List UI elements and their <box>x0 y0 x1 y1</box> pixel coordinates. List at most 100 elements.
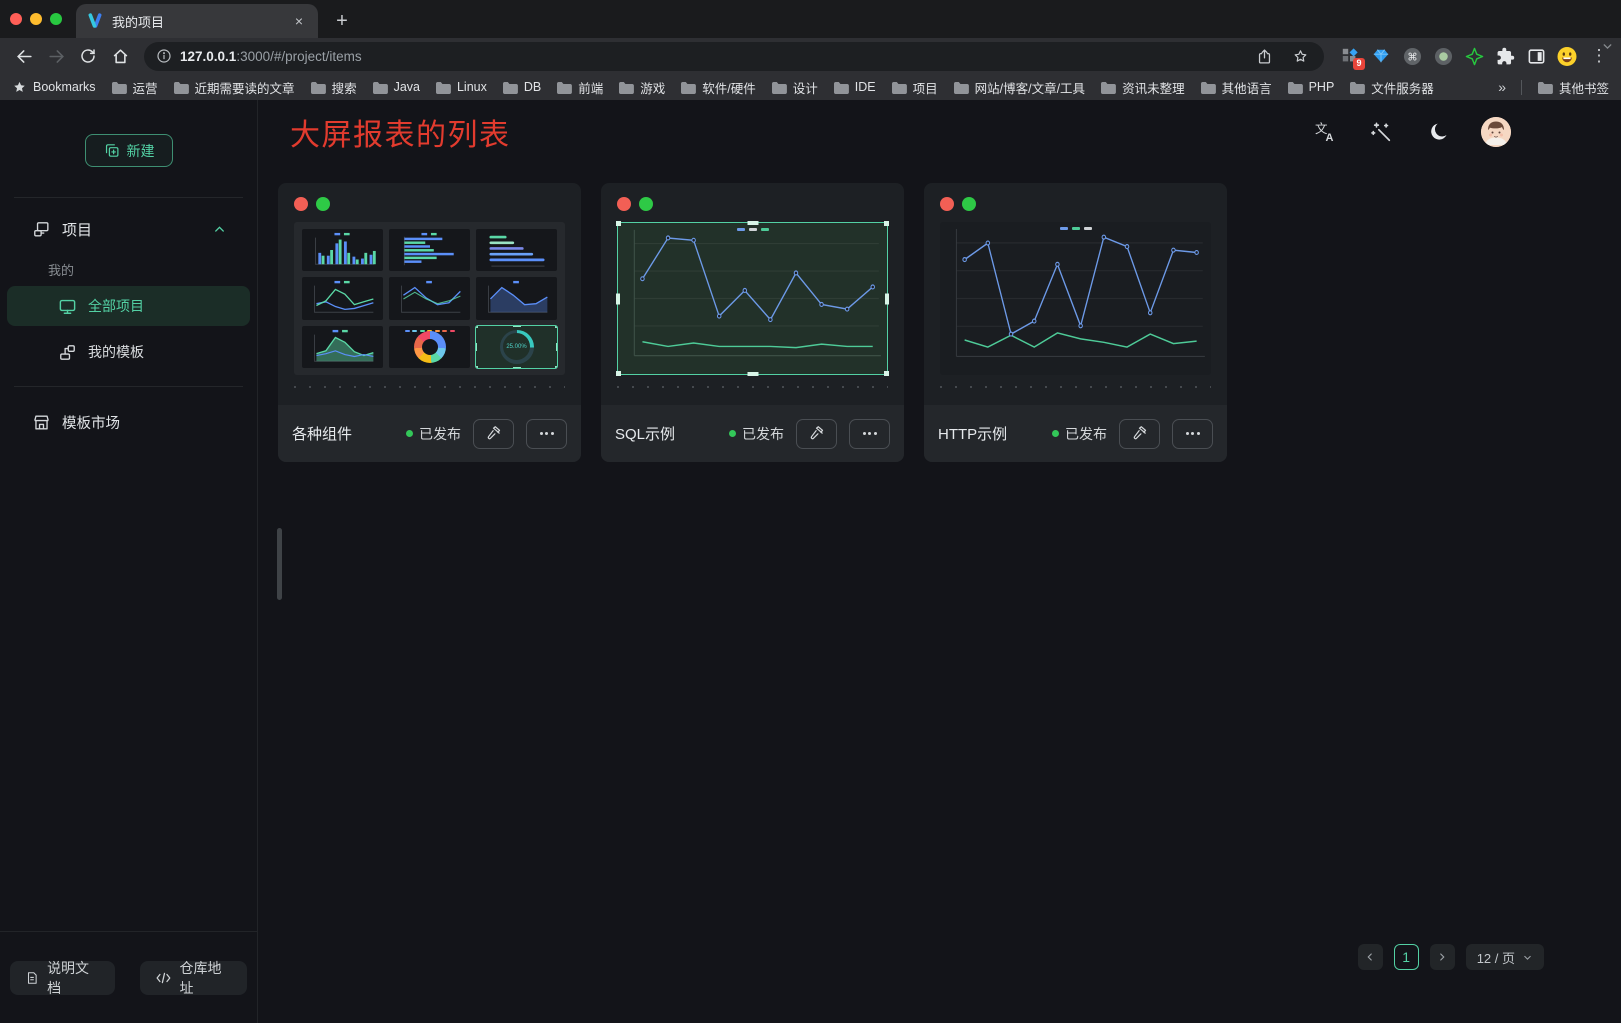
sidebar-item-template-market[interactable]: 模板市场 <box>0 401 257 443</box>
new-tab-button[interactable]: + <box>328 7 356 35</box>
new-project-button[interactable]: 新建 <box>85 134 173 167</box>
bookmark-folder[interactable]: DB <box>502 80 541 94</box>
dotted-separator <box>294 386 565 388</box>
chevron-up-icon[interactable] <box>212 222 227 237</box>
magic-wand-icon[interactable] <box>1367 117 1397 147</box>
red-dot <box>294 197 308 211</box>
forward-icon[interactable] <box>42 42 70 70</box>
address-bar[interactable]: 127.0.0.1:3000/#/project/items <box>144 42 1324 71</box>
svg-text:⌘: ⌘ <box>1407 51 1417 63</box>
more-options-button[interactable] <box>1172 419 1213 449</box>
bookmark-folder[interactable]: 文件服务器 <box>1349 78 1434 97</box>
bookmark-folder[interactable]: 近期需要读的文章 <box>173 78 295 97</box>
project-card[interactable]: HTTP示例 已发布 <box>924 183 1227 462</box>
monitor-icon <box>58 297 77 316</box>
bookmark-folder[interactable]: Linux <box>435 80 487 94</box>
document-icon <box>25 970 39 986</box>
chevron-down-icon[interactable] <box>1601 40 1614 53</box>
current-page[interactable]: 1 <box>1394 944 1419 970</box>
bookmark-folder[interactable]: IDE <box>833 80 876 94</box>
extension-star-icon[interactable] <box>1464 46 1484 66</box>
sidebar-item-my-templates[interactable]: 我的模板 <box>7 332 250 372</box>
project-title: 各种组件 <box>292 423 394 444</box>
prev-page-button[interactable] <box>1358 944 1383 970</box>
dark-mode-moon-icon[interactable] <box>1424 117 1454 147</box>
bookmark-folder[interactable]: 软件/硬件 <box>680 78 755 97</box>
bookmark-folder[interactable]: 游戏 <box>618 78 665 97</box>
tab-title: 我的项目 <box>112 12 282 31</box>
home-icon[interactable] <box>106 42 134 70</box>
bookmark-folder[interactable]: Java <box>372 80 420 94</box>
bookmarks-overflow-icon[interactable]: » <box>1498 79 1506 95</box>
project-thumbnail: 25.00% <box>294 222 565 375</box>
edit-hammer-button[interactable] <box>796 419 837 449</box>
sidebar-group-projects[interactable]: 项目 <box>0 208 257 250</box>
extension-gem-icon[interactable] <box>1371 46 1391 66</box>
repo-button[interactable]: 仓库地址 <box>140 961 247 995</box>
bookmark-folder[interactable]: 其他语言 <box>1200 78 1272 97</box>
extension-puzzle-icon[interactable] <box>1495 46 1515 66</box>
bookmark-folder[interactable]: 前端 <box>556 78 603 97</box>
chevron-down-icon <box>1522 952 1533 963</box>
bookmarks-root[interactable]: Bookmarks <box>12 80 96 95</box>
green-dot <box>639 197 653 211</box>
project-card[interactable]: 25.00% 各种组件 已发布 <box>278 183 581 462</box>
bookmark-folder[interactable]: 资讯未整理 <box>1100 78 1185 97</box>
extension-badge: 9 <box>1353 58 1365 70</box>
more-options-button[interactable] <box>849 419 890 449</box>
share-icon[interactable] <box>1250 42 1278 70</box>
more-options-button[interactable] <box>526 419 567 449</box>
site-info-icon[interactable] <box>156 48 172 64</box>
new-project-label: 新建 <box>127 141 155 161</box>
docs-label: 说明文档 <box>47 958 100 998</box>
project-card[interactable]: SQL示例 已发布 <box>601 183 904 462</box>
docs-button[interactable]: 说明文档 <box>10 961 115 995</box>
profile-smiley-icon[interactable] <box>1557 46 1577 66</box>
red-dot <box>940 197 954 211</box>
edit-hammer-button[interactable] <box>473 419 514 449</box>
code-icon <box>155 971 172 985</box>
window-zoom-button[interactable] <box>50 13 62 25</box>
reload-icon[interactable] <box>74 42 102 70</box>
favicon-goview-logo <box>86 12 104 30</box>
window-close-button[interactable] <box>10 13 22 25</box>
app-page: 新建 项目 我的 全部项目 我的模板 模板市场 说明文档 <box>0 100 1621 1023</box>
bookmark-folder[interactable]: 搜索 <box>310 78 357 97</box>
scrollbar-thumb[interactable] <box>277 528 282 600</box>
bookmark-folder[interactable]: 运营 <box>111 78 158 97</box>
page-title: 大屏报表的列表 <box>290 110 511 154</box>
sidebar-group-label: 项目 <box>62 219 92 240</box>
template-flow-icon <box>58 343 77 362</box>
screens-icon <box>32 220 51 239</box>
bookmark-star-icon[interactable] <box>1286 42 1314 70</box>
repo-label: 仓库地址 <box>179 958 232 998</box>
status-badge: 已发布 <box>1052 424 1107 444</box>
next-page-button[interactable] <box>1430 944 1455 970</box>
copy-plus-icon <box>103 142 120 159</box>
sidebar-item-all-projects[interactable]: 全部项目 <box>7 286 250 326</box>
extension-command-icon[interactable]: ⌘ <box>1402 46 1422 66</box>
user-avatar[interactable] <box>1481 117 1511 147</box>
project-thumbnail-selected <box>617 222 888 375</box>
extension-record-icon[interactable] <box>1433 46 1453 66</box>
tab-close-icon[interactable]: × <box>290 12 308 30</box>
bookmark-folder[interactable]: PHP <box>1287 80 1335 94</box>
page-size-select[interactable]: 12 / 页 <box>1466 944 1544 970</box>
browser-tab[interactable]: 我的项目 × <box>76 4 318 38</box>
url-text: 127.0.0.1:3000/#/project/items <box>180 49 362 64</box>
language-icon[interactable]: 文A <box>1310 117 1340 147</box>
window-minimize-button[interactable] <box>30 13 42 25</box>
main-content: 大屏报表的列表 文A <box>258 100 1621 1023</box>
status-badge: 已发布 <box>729 424 784 444</box>
side-panel-icon[interactable] <box>1526 46 1546 66</box>
bookmark-folder[interactable]: 项目 <box>891 78 938 97</box>
extension-blocks-icon[interactable]: 9 <box>1340 46 1360 66</box>
page-header: 大屏报表的列表 文A <box>258 100 1621 164</box>
bookmark-folder[interactable]: 设计 <box>771 78 818 97</box>
sidebar-divider <box>14 386 243 387</box>
back-icon[interactable] <box>10 42 38 70</box>
edit-hammer-button[interactable] <box>1119 419 1160 449</box>
other-bookmarks[interactable]: 其他书签 <box>1537 78 1609 97</box>
bookmark-folder[interactable]: 网站/博客/文章/工具 <box>953 78 1085 97</box>
bookmarks-bar: Bookmarks 运营 近期需要读的文章 搜索 Java Linux DB 前… <box>0 74 1621 100</box>
